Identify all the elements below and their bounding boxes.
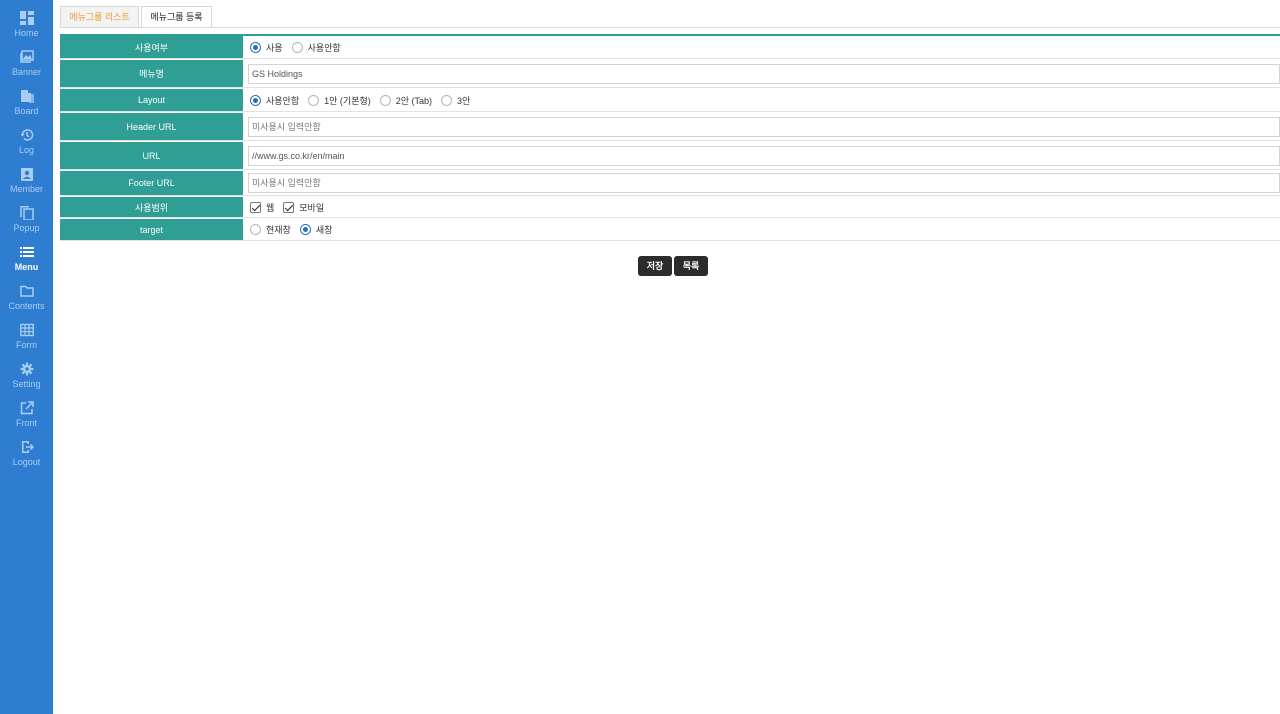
form-label-use: 사용여부 bbox=[60, 36, 243, 58]
logout-icon bbox=[21, 441, 34, 453]
checkbox-option-web[interactable]: 웹 bbox=[250, 201, 274, 214]
tab-menu-group-list[interactable]: 메뉴그룹 리스트 bbox=[60, 6, 139, 27]
form-label-target: target bbox=[60, 219, 243, 240]
sidebar-item-label: Front bbox=[15, 418, 37, 428]
checkbox[interactable] bbox=[250, 201, 261, 213]
radio-button[interactable] bbox=[299, 224, 311, 235]
sidebar-item-form[interactable]: Form bbox=[0, 323, 53, 362]
sidebar-item-label: Log bbox=[18, 145, 35, 155]
menu-name-input[interactable] bbox=[248, 64, 1280, 84]
radio-label: 새창 bbox=[315, 225, 333, 235]
layout-radio-group: 사용안함 1안 (기본형) 2안 (Tab) 3안 bbox=[244, 89, 1280, 111]
sidebar-item-menu[interactable]: Menu bbox=[0, 245, 53, 284]
form-row-use: 사용여부 사용 사용안함 bbox=[60, 36, 1280, 59]
form-row-target: target 현재창 새창 bbox=[60, 219, 1280, 241]
folder-icon bbox=[19, 285, 34, 297]
radio-label: 사용안함 bbox=[266, 95, 300, 106]
radio-label: 2안 (Tab) bbox=[395, 95, 433, 106]
sidebar-item-setting[interactable]: Setting bbox=[0, 362, 53, 401]
dashboard-icon bbox=[19, 11, 34, 25]
radio-option-layout-3[interactable]: 3안 bbox=[441, 94, 470, 107]
radio-option-layout-1[interactable]: 1안 (기본형) bbox=[308, 94, 371, 107]
sidebar-item-banner[interactable]: Banner bbox=[0, 50, 53, 89]
table-icon bbox=[19, 323, 34, 337]
sidebar-item-home[interactable]: Home bbox=[0, 11, 53, 50]
form-label-url: URL bbox=[60, 142, 243, 169]
radio-button[interactable] bbox=[250, 41, 261, 53]
sidebar-item-logout[interactable]: Logout bbox=[0, 440, 53, 479]
popup-icon bbox=[19, 206, 34, 220]
form-row-scope: 사용범위 웹 모바일 bbox=[60, 197, 1280, 218]
sidebar-item-label: Logout bbox=[12, 457, 41, 467]
radio-button[interactable] bbox=[291, 41, 303, 53]
list-icon bbox=[19, 247, 34, 257]
radio-option-current-window[interactable]: 현재창 bbox=[250, 223, 291, 236]
form-label-scope: 사용범위 bbox=[60, 197, 243, 217]
radio-button[interactable] bbox=[379, 94, 391, 106]
radio-option-use[interactable]: 사용 bbox=[250, 41, 283, 54]
tab-menu-group-register[interactable]: 메뉴그룹 등록 bbox=[141, 6, 212, 27]
radio-button[interactable] bbox=[250, 224, 261, 235]
url-input[interactable] bbox=[248, 146, 1280, 166]
checkbox-label: 모바일 bbox=[299, 202, 325, 213]
target-radio-group: 현재창 새창 bbox=[244, 219, 1280, 240]
sidebar-item-label: Popup bbox=[13, 223, 40, 233]
form-label-header-url: Header URL bbox=[60, 113, 243, 140]
sidebar-item-log[interactable]: Log bbox=[0, 128, 53, 167]
main-content: 메뉴그룹 리스트 메뉴그룹 등록 사용여부 사용 사용안함 메뉴명 Layout… bbox=[53, 0, 1280, 714]
use-radio-group: 사용 사용안함 bbox=[244, 36, 1280, 58]
gear-icon bbox=[20, 362, 33, 376]
sidebar: Home Banner Board Log Member Popup Menu … bbox=[0, 0, 53, 714]
checkbox[interactable] bbox=[283, 201, 295, 213]
sidebar-item-label: Home bbox=[14, 28, 39, 38]
sidebar-item-front[interactable]: Front bbox=[0, 401, 53, 440]
radio-button[interactable] bbox=[441, 94, 453, 106]
save-button[interactable]: 저장 bbox=[638, 256, 672, 276]
sidebar-item-label: Menu bbox=[14, 262, 39, 272]
sidebar-item-label: Board bbox=[14, 106, 39, 116]
radio-label: 현재창 bbox=[266, 225, 291, 235]
sidebar-item-member[interactable]: Member bbox=[0, 167, 53, 206]
sidebar-item-label: Member bbox=[9, 184, 43, 194]
scope-checkbox-group: 웹 모바일 bbox=[244, 197, 1280, 217]
radio-label: 1안 (기본형) bbox=[324, 95, 371, 106]
radio-label: 사용안함 bbox=[307, 42, 341, 53]
history-icon bbox=[20, 129, 33, 141]
radio-option-layout-none[interactable]: 사용안함 bbox=[250, 94, 299, 107]
form-label-menu-name: 메뉴명 bbox=[60, 60, 243, 87]
radio-label: 사용 bbox=[266, 42, 283, 53]
sidebar-item-label: Setting bbox=[12, 379, 41, 389]
form-label-footer-url: Footer URL bbox=[60, 171, 243, 195]
footer-url-input[interactable] bbox=[248, 173, 1280, 193]
checkbox-option-mobile[interactable]: 모바일 bbox=[283, 201, 324, 214]
external-link-icon bbox=[20, 401, 34, 415]
radio-button[interactable] bbox=[250, 94, 261, 106]
header-url-input[interactable] bbox=[248, 117, 1280, 137]
radio-button[interactable] bbox=[308, 94, 320, 106]
form-row-layout: Layout 사용안함 1안 (기본형) 2안 (Tab) 3안 bbox=[60, 89, 1280, 112]
form-row-header-url: Header URL bbox=[60, 113, 1280, 141]
sidebar-item-label: Contents bbox=[8, 301, 45, 311]
sidebar-item-popup[interactable]: Popup bbox=[0, 206, 53, 245]
sidebar-item-label: Form bbox=[16, 340, 37, 350]
list-button[interactable]: 목록 bbox=[674, 256, 708, 276]
sidebar-item-contents[interactable]: Contents bbox=[0, 284, 53, 323]
form-label-layout: Layout bbox=[60, 89, 243, 111]
sidebar-item-board[interactable]: Board bbox=[0, 89, 53, 128]
tab-divider bbox=[60, 27, 1280, 28]
form-row-url: URL bbox=[60, 142, 1280, 170]
radio-option-new-window[interactable]: 새창 bbox=[299, 223, 333, 236]
radio-option-layout-2[interactable]: 2안 (Tab) bbox=[379, 94, 433, 107]
member-icon bbox=[20, 168, 33, 181]
form-row-menu-name: 메뉴명 bbox=[60, 60, 1280, 88]
board-icon bbox=[20, 90, 34, 103]
radio-label: 3안 bbox=[457, 95, 471, 106]
radio-option-not-use[interactable]: 사용안함 bbox=[291, 41, 341, 54]
form-row-footer-url: Footer URL bbox=[60, 171, 1280, 196]
image-icon bbox=[19, 50, 34, 63]
sidebar-item-label: Banner bbox=[11, 67, 42, 77]
checkbox-label: 웹 bbox=[266, 202, 275, 213]
menu-group-form: 사용여부 사용 사용안함 메뉴명 Layout 사용안함 1안 (기본형) 2안… bbox=[60, 34, 1280, 241]
